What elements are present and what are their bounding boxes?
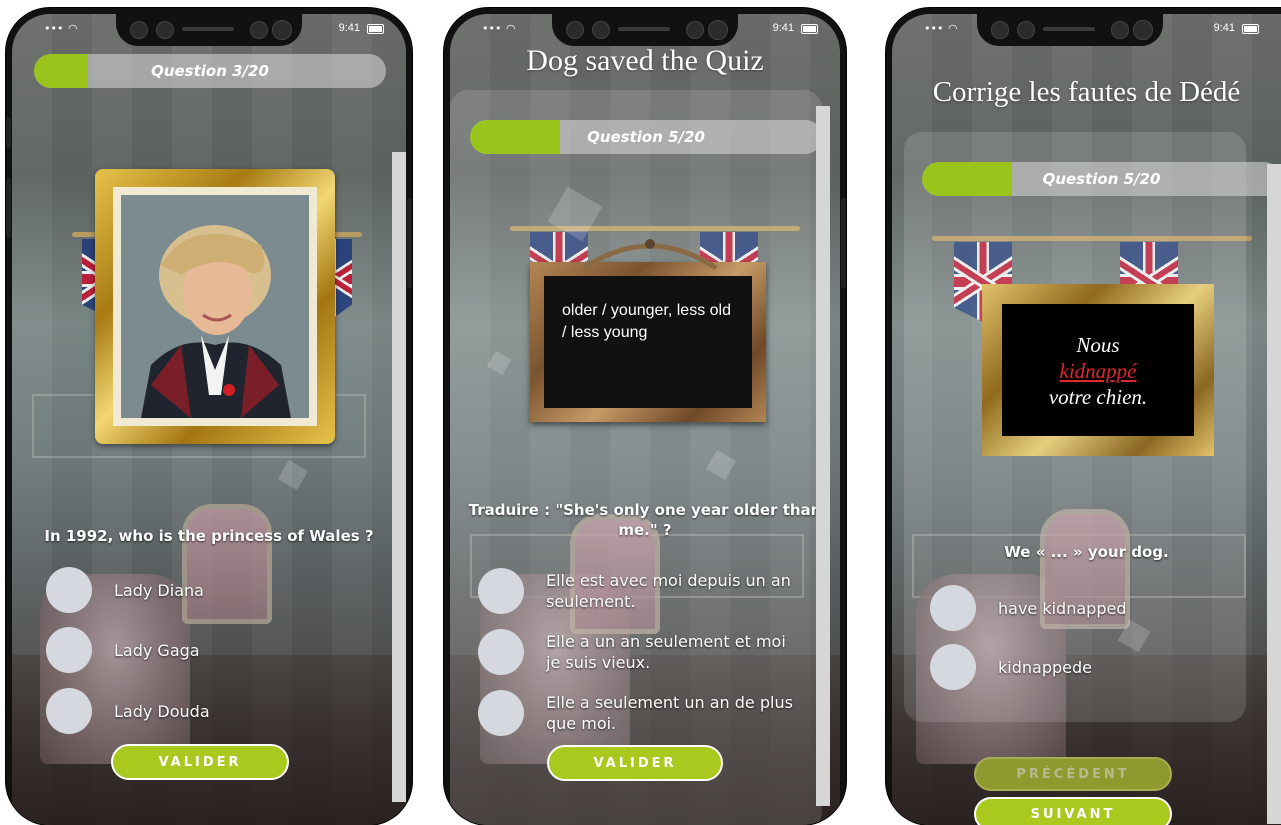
answer-option[interactable]: Lady Douda xyxy=(46,688,210,734)
answer-label: Lady Diana xyxy=(114,580,204,600)
side-button xyxy=(6,178,11,238)
battery-icon xyxy=(1242,24,1259,34)
chalkboard-frame: older / younger, less old / less young xyxy=(530,262,766,422)
side-button xyxy=(407,198,412,288)
portrait-image xyxy=(121,195,309,418)
portrait-frame xyxy=(95,169,335,444)
signal-icon: ••• xyxy=(924,22,944,35)
clock: 9:41 xyxy=(1213,22,1235,34)
wifi-icon: ◠ xyxy=(68,22,78,35)
radio-button[interactable] xyxy=(46,688,92,734)
progress-bar: Question 3/20 xyxy=(34,54,386,88)
question-text: In 1992, who is the princess of Wales ? xyxy=(44,527,374,545)
side-button xyxy=(841,198,846,288)
progress-label: Question 5/20 xyxy=(587,128,705,146)
answer-option[interactable]: Lady Diana xyxy=(46,567,204,613)
answer-label: have kidnapped xyxy=(998,598,1127,618)
radio-button[interactable] xyxy=(930,644,976,690)
phone-3: ••• ◠ 9:41 Corrige les fautes de Dédé Qu… xyxy=(886,8,1281,825)
scrollbar[interactable] xyxy=(816,106,830,806)
question-text: We « ... » your dog. xyxy=(1004,543,1169,561)
progress-label: Question 3/20 xyxy=(151,62,269,80)
radio-button[interactable] xyxy=(930,585,976,631)
answer-label: Elle a seulement un an de plus que moi. xyxy=(546,693,793,733)
radio-button[interactable] xyxy=(46,627,92,673)
phone-2: ••• ◠ 9:41 Dog saved the Quiz Question 5… xyxy=(444,8,846,825)
quiz-title: Corrige les fautes de Dédé xyxy=(932,76,1241,108)
wifi-icon: ◠ xyxy=(948,22,958,35)
battery-icon xyxy=(367,24,384,34)
previous-button[interactable]: PRÉCÉDENT xyxy=(974,757,1172,791)
sentence-line: Nous xyxy=(1076,333,1120,357)
radio-button[interactable] xyxy=(478,629,524,675)
radio-button[interactable] xyxy=(478,690,524,736)
sentence-display: Nous kidnappé votre chien. xyxy=(1002,304,1194,436)
answer-option[interactable]: Lady Gaga xyxy=(46,627,200,673)
phone-1: ••• ◠ 9:41 Question 3/20 In 1992, who is… xyxy=(6,8,412,825)
hanging-rope xyxy=(582,239,718,271)
validate-button[interactable]: VALIDER xyxy=(111,744,289,780)
answer-option[interactable]: Elle a seulement un an de plus que moi. xyxy=(478,690,798,736)
signal-icon: ••• xyxy=(482,22,502,35)
status-bar: ••• ◠ 9:41 xyxy=(472,20,818,40)
battery-icon xyxy=(801,24,818,34)
wifi-icon: ◠ xyxy=(506,22,516,35)
clock: 9:41 xyxy=(338,22,360,34)
question-text: Traduire : "She's only one year older th… xyxy=(468,501,822,539)
status-bar: ••• ◠ 9:41 xyxy=(34,20,384,40)
answer-option[interactable]: Elle est avec moi depuis un an seulement… xyxy=(478,568,798,614)
answer-option[interactable]: kidnappede xyxy=(930,644,1092,690)
screen-2: ••• ◠ 9:41 Dog saved the Quiz Question 5… xyxy=(450,14,840,825)
answer-label: Lady Douda xyxy=(114,701,210,721)
chalkboard-text: older / younger, less old / less young xyxy=(544,276,752,408)
radio-button[interactable] xyxy=(46,567,92,613)
answer-label: Elle est avec moi depuis un an seulement… xyxy=(546,571,791,611)
validate-button[interactable]: VALIDER xyxy=(547,745,723,781)
princess-portrait xyxy=(121,195,309,418)
sentence-line: votre chien. xyxy=(1048,385,1148,409)
error-word[interactable]: kidnappé xyxy=(1002,358,1194,384)
answer-label: Elle a un an seulement et moi je suis vi… xyxy=(546,632,786,672)
progress-bar: Question 5/20 xyxy=(470,120,822,154)
answer-option[interactable]: have kidnapped xyxy=(930,585,1126,631)
radio-button[interactable] xyxy=(478,568,524,614)
side-button xyxy=(6,118,11,148)
clock: 9:41 xyxy=(772,22,794,34)
answer-label: kidnappede xyxy=(998,657,1092,677)
progress-bar: Question 5/20 xyxy=(922,162,1281,196)
progress-label: Question 5/20 xyxy=(1042,170,1161,188)
status-bar: ••• ◠ 9:41 xyxy=(914,20,1259,40)
picture-frame: Nous kidnappé votre chien. xyxy=(982,284,1214,456)
screen-3: ••• ◠ 9:41 Corrige les fautes de Dédé Qu… xyxy=(892,14,1281,825)
scrollbar[interactable] xyxy=(1267,164,1281,824)
quiz-title: Dog saved the Quiz xyxy=(526,44,764,77)
answer-option[interactable]: Elle a un an seulement et moi je suis vi… xyxy=(478,629,798,675)
answer-label: Lady Gaga xyxy=(114,640,200,660)
screen-1: ••• ◠ 9:41 Question 3/20 In 1992, who is… xyxy=(12,14,406,825)
scrollbar[interactable] xyxy=(392,152,406,802)
signal-icon: ••• xyxy=(44,22,64,35)
next-button[interactable]: SUIVANT xyxy=(974,797,1172,825)
